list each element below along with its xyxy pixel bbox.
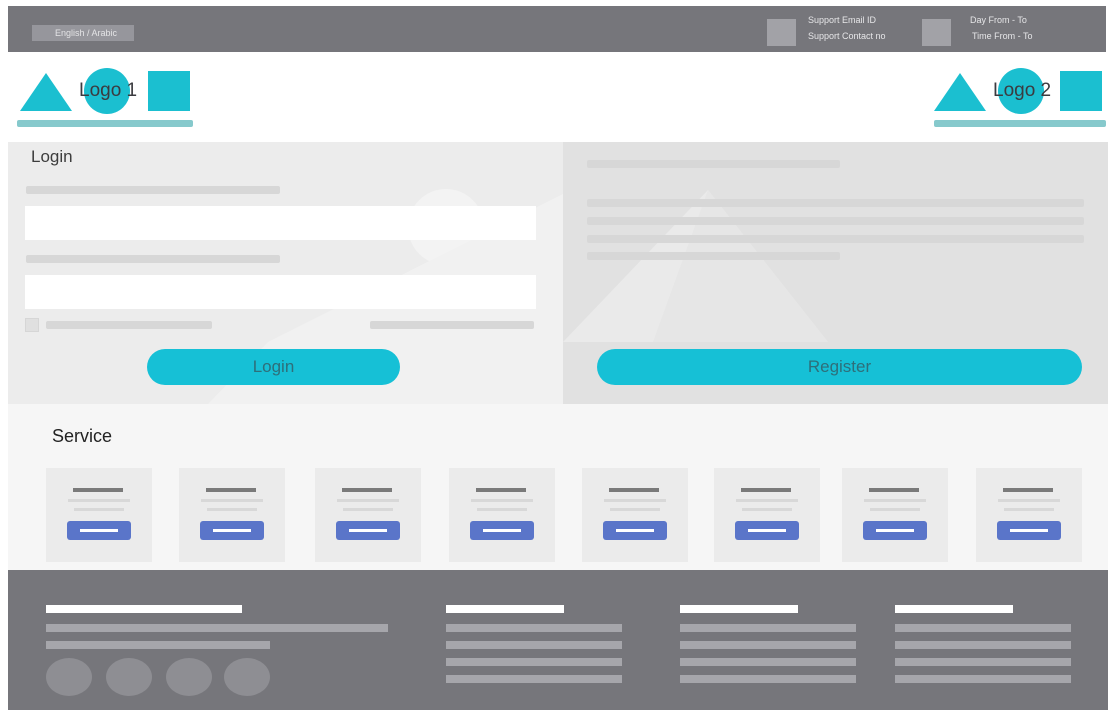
service-card — [46, 468, 152, 562]
card-title-placeholder — [342, 488, 392, 492]
username-input[interactable] — [25, 206, 536, 240]
service-card — [449, 468, 555, 562]
footer-link[interactable] — [446, 641, 622, 649]
footer-link[interactable] — [680, 624, 856, 632]
footer-column-heading — [895, 605, 1013, 613]
logo-1-text: Logo 1 — [79, 80, 138, 101]
footer-link[interactable] — [895, 641, 1071, 649]
service-card-button[interactable] — [200, 521, 264, 540]
service-card-button[interactable] — [67, 521, 131, 540]
service-card — [976, 468, 1082, 562]
service-card — [714, 468, 820, 562]
day-range-label: Day From - To — [970, 15, 1027, 25]
register-text-line — [587, 252, 840, 260]
social-icon[interactable] — [46, 658, 92, 696]
card-text-line — [736, 499, 798, 502]
register-button[interactable]: Register — [597, 349, 1082, 385]
service-card — [315, 468, 421, 562]
service-card-button[interactable] — [997, 521, 1061, 540]
card-text-line — [742, 508, 792, 511]
top-bar: English / Arabic Support Email ID Suppor… — [8, 6, 1106, 52]
footer-link[interactable] — [895, 624, 1071, 632]
footer-about-heading — [46, 605, 242, 613]
logo-2-underline — [934, 120, 1106, 127]
service-card-button[interactable] — [336, 521, 400, 540]
password-label-placeholder — [26, 255, 280, 263]
register-heading-placeholder — [587, 160, 840, 168]
card-text-line — [343, 508, 393, 511]
card-title-placeholder — [73, 488, 123, 492]
time-range-label: Time From - To — [972, 31, 1033, 41]
remember-me-label-placeholder — [46, 321, 212, 329]
card-text-line — [68, 499, 130, 502]
logo-1-underline — [17, 120, 193, 127]
card-title-placeholder — [206, 488, 256, 492]
logo-2-text: Logo 2 — [993, 80, 1052, 101]
clock-icon-placeholder — [922, 19, 951, 46]
social-icon[interactable] — [166, 658, 212, 696]
register-text-line — [587, 199, 1084, 207]
register-text-line — [587, 217, 1084, 225]
card-text-line — [610, 508, 660, 511]
register-text-line — [587, 235, 1084, 243]
logo-header: Logo 1 Logo 2 — [8, 52, 1106, 142]
footer-link[interactable] — [895, 675, 1071, 683]
service-card-button[interactable] — [863, 521, 927, 540]
card-text-line — [337, 499, 399, 502]
support-contact-label: Support Contact no — [808, 31, 886, 41]
remember-me-checkbox[interactable] — [25, 318, 39, 332]
card-title-placeholder — [609, 488, 659, 492]
card-title-placeholder — [869, 488, 919, 492]
footer-about-text-line — [46, 641, 270, 649]
forgot-password-link[interactable] — [370, 321, 534, 329]
service-card — [842, 468, 948, 562]
username-label-placeholder — [26, 186, 280, 194]
card-text-line — [471, 499, 533, 502]
password-input[interactable] — [25, 275, 536, 309]
support-email-label: Support Email ID — [808, 15, 877, 25]
card-text-line — [477, 508, 527, 511]
square-icon — [148, 71, 190, 111]
triangle-icon — [934, 73, 986, 111]
footer-column-heading — [680, 605, 798, 613]
social-icon[interactable] — [106, 658, 152, 696]
footer-link[interactable] — [680, 641, 856, 649]
card-text-line — [870, 508, 920, 511]
card-text-line — [201, 499, 263, 502]
footer-link[interactable] — [446, 624, 622, 632]
footer-link[interactable] — [680, 675, 856, 683]
card-title-placeholder — [1003, 488, 1053, 492]
card-text-line — [998, 499, 1060, 502]
footer-about-text-line — [46, 624, 388, 632]
service-card — [582, 468, 688, 562]
footer-link[interactable] — [895, 658, 1071, 666]
social-icon[interactable] — [224, 658, 270, 696]
footer-column-heading — [446, 605, 564, 613]
login-title: Login — [31, 147, 73, 166]
square-icon — [1060, 71, 1102, 111]
login-panel: Login Login — [8, 142, 563, 404]
email-icon-placeholder — [767, 19, 796, 46]
footer-link[interactable] — [680, 658, 856, 666]
triangle-icon — [20, 73, 72, 111]
login-button[interactable]: Login — [147, 349, 400, 385]
card-title-placeholder — [476, 488, 526, 492]
footer-link[interactable] — [446, 658, 622, 666]
register-panel: Register — [563, 142, 1108, 404]
card-text-line — [74, 508, 124, 511]
card-text-line — [207, 508, 257, 511]
footer — [8, 570, 1108, 710]
card-text-line — [864, 499, 926, 502]
footer-link[interactable] — [446, 675, 622, 683]
service-title: Service — [52, 426, 113, 446]
service-card — [179, 468, 285, 562]
language-toggle-button[interactable]: English / Arabic — [32, 25, 134, 41]
service-card-button[interactable] — [470, 521, 534, 540]
card-text-line — [604, 499, 666, 502]
card-text-line — [1004, 508, 1054, 511]
card-title-placeholder — [741, 488, 791, 492]
service-card-button[interactable] — [603, 521, 667, 540]
service-card-button[interactable] — [735, 521, 799, 540]
service-section: Service — [8, 404, 1108, 570]
